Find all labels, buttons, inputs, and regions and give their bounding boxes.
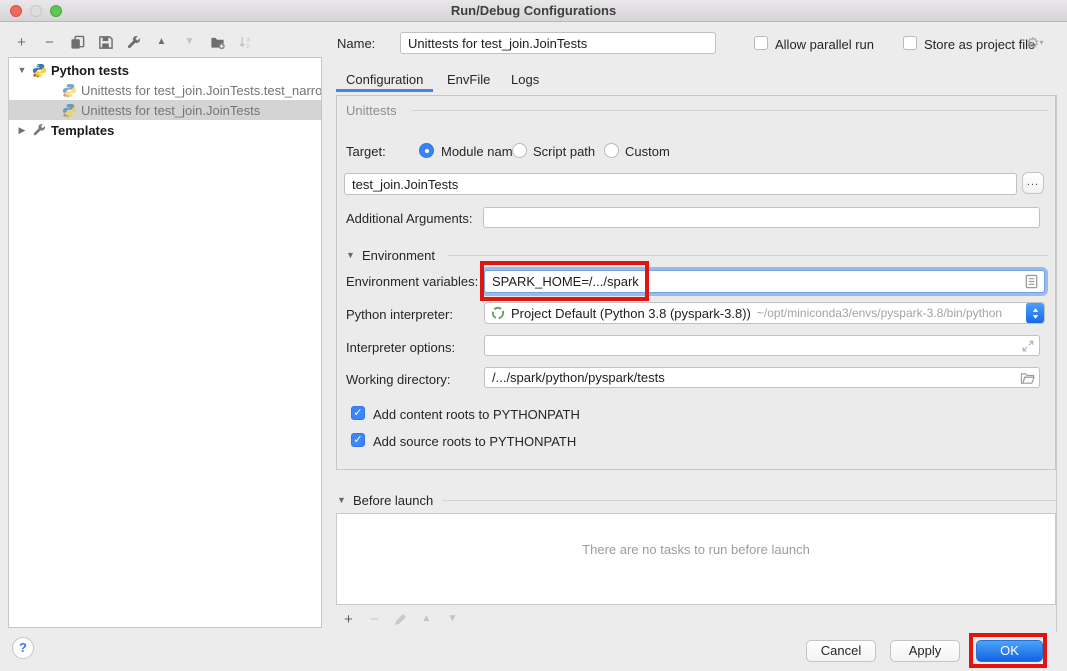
name-label: Name:	[337, 36, 375, 51]
tree-item-jointests-selected[interactable]: Unittests for test_join.JoinTests	[9, 100, 321, 120]
working-directory-label: Working directory:	[346, 372, 451, 387]
tab-logs[interactable]: Logs	[511, 72, 539, 87]
configurations-toolbar: + − ▲ ▼ az	[13, 31, 254, 53]
tab-configuration[interactable]: Configuration	[346, 72, 423, 87]
environment-section-title[interactable]: Environment	[362, 248, 435, 263]
add-content-roots-checkbox[interactable]: ✓	[351, 406, 365, 420]
apply-button[interactable]: Apply	[890, 640, 960, 662]
store-as-project-file-label: Store as project file	[924, 37, 1035, 52]
add-source-roots-label[interactable]: Add source roots to PYTHONPATH	[373, 434, 576, 449]
tree-item-label: Templates	[51, 123, 114, 138]
environment-section-line	[448, 255, 1048, 256]
task-up-icon: ▲	[418, 611, 435, 628]
gear-icon[interactable]: ⚙▾	[1026, 34, 1043, 52]
environment-variables-input[interactable]	[484, 270, 1045, 293]
traffic-lights	[10, 5, 62, 17]
additional-arguments-label: Additional Arguments:	[346, 211, 472, 226]
interpreter-path: ~/opt/miniconda3/envs/pyspark-3.8/bin/py…	[757, 306, 1002, 320]
python-interpreter-label: Python interpreter:	[346, 307, 453, 322]
wrench-icon	[31, 122, 47, 138]
save-configuration-icon[interactable]	[97, 34, 114, 51]
python-test-icon	[61, 82, 77, 98]
interpreter-options-label: Interpreter options:	[346, 340, 455, 355]
target-script-path-label[interactable]: Script path	[533, 144, 595, 159]
remove-configuration-icon[interactable]: −	[41, 34, 58, 51]
tree-item-label: Unittests for test_join.JoinTests	[81, 103, 260, 118]
help-button[interactable]: ?	[12, 637, 34, 659]
tree-item-label: Unittests for test_join.JoinTests.test_n…	[81, 83, 321, 98]
tree-item-label: Python tests	[51, 63, 129, 78]
target-label: Target:	[346, 144, 386, 159]
python-interpreter-select[interactable]: Project Default (Python 3.8 (pyspark-3.8…	[484, 302, 1045, 324]
tree-item-templates[interactable]: ▶ Templates	[9, 120, 321, 140]
configurations-tree: ▼ Python tests Unittests for test_join.J…	[8, 57, 322, 628]
before-launch-line	[442, 500, 1056, 501]
tree-item-test-narrow[interactable]: Unittests for test_join.JoinTests.test_n…	[9, 80, 321, 100]
working-directory-input[interactable]	[484, 367, 1040, 388]
python-tests-icon	[31, 62, 47, 78]
task-down-icon: ▼	[444, 611, 461, 628]
conda-env-icon	[491, 306, 505, 320]
title-bar: Run/Debug Configurations	[0, 0, 1067, 22]
interpreter-dropdown-chevrons-icon[interactable]	[1026, 302, 1044, 324]
target-script-path-radio[interactable]	[512, 143, 527, 158]
active-tab-underline	[336, 89, 433, 92]
unittests-group-line	[412, 110, 1048, 111]
edit-templates-icon[interactable]	[125, 34, 142, 51]
target-custom-radio[interactable]	[604, 143, 619, 158]
name-input[interactable]	[400, 32, 716, 54]
before-launch-task-list[interactable]	[336, 513, 1056, 605]
expander-down-icon[interactable]: ▼	[17, 65, 27, 75]
move-down-icon: ▼	[181, 34, 198, 51]
environment-expander-icon[interactable]: ▼	[346, 250, 355, 260]
module-name-input[interactable]	[344, 173, 1017, 195]
sort-configurations-icon: az	[237, 34, 254, 51]
ok-button[interactable]: OK	[976, 640, 1043, 662]
run-debug-configurations-dialog: { "window": { "title": "Run/Debug Config…	[0, 0, 1067, 671]
add-content-roots-label[interactable]: Add content roots to PYTHONPATH	[373, 407, 580, 422]
before-launch-empty-text: There are no tasks to run before launch	[336, 542, 1056, 557]
target-module-name-radio[interactable]	[419, 143, 434, 158]
new-folder-icon[interactable]	[209, 34, 226, 51]
before-launch-expander-icon[interactable]: ▼	[337, 495, 346, 505]
svg-text:z: z	[246, 43, 249, 50]
unittests-group-title: Unittests	[346, 103, 397, 118]
close-button[interactable]	[10, 5, 22, 17]
add-source-roots-checkbox[interactable]: ✓	[351, 433, 365, 447]
allow-parallel-run-checkbox[interactable]	[754, 36, 768, 50]
remove-task-icon: −	[366, 611, 383, 628]
target-custom-label[interactable]: Custom	[625, 144, 670, 159]
minimize-button	[30, 5, 42, 17]
panel-right-separator	[1056, 95, 1057, 632]
window-title: Run/Debug Configurations	[451, 3, 616, 18]
interpreter-options-input[interactable]	[484, 335, 1040, 356]
add-task-icon[interactable]: +	[340, 611, 357, 628]
allow-parallel-run-label: Allow parallel run	[775, 37, 874, 52]
environment-variables-label: Environment variables:	[346, 274, 478, 289]
zoom-button[interactable]	[50, 5, 62, 17]
before-launch-toolbar: + − ▲ ▼	[340, 610, 461, 628]
add-configuration-icon[interactable]: +	[13, 34, 30, 51]
browse-button[interactable]: ...	[1022, 172, 1044, 194]
move-up-icon[interactable]: ▲	[153, 34, 170, 51]
copy-configuration-icon[interactable]	[69, 34, 86, 51]
expander-right-icon[interactable]: ▶	[17, 125, 27, 136]
before-launch-title[interactable]: Before launch	[353, 493, 433, 508]
additional-arguments-input[interactable]	[483, 207, 1040, 228]
python-test-icon	[61, 102, 77, 118]
cancel-button[interactable]: Cancel	[806, 640, 876, 662]
interpreter-value: Project Default (Python 3.8 (pyspark-3.8…	[511, 306, 751, 321]
tab-envfile[interactable]: EnvFile	[447, 72, 490, 87]
tree-item-python-tests[interactable]: ▼ Python tests	[9, 60, 321, 80]
store-as-project-file-checkbox[interactable]	[903, 36, 917, 50]
target-module-name-label[interactable]: Module name	[441, 144, 520, 159]
edit-task-icon	[392, 611, 409, 628]
